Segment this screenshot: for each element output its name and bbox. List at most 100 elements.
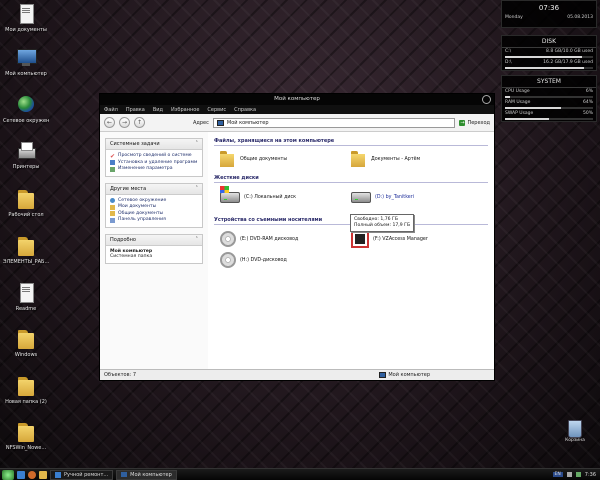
desktop-icon-readme[interactable]: Readme: [3, 282, 49, 312]
item-drive-d[interactable]: (D:) by_Tanitkeri: [351, 192, 482, 203]
collapse-icon[interactable]: ˆ: [196, 186, 199, 192]
arrow-right-icon: →: [459, 119, 466, 126]
task-add-remove-programs[interactable]: Установка и удаление программ: [110, 160, 198, 165]
back-button[interactable]: ←: [104, 117, 115, 128]
window-title: Мой компьютер: [274, 96, 320, 102]
vzaccess-icon: [351, 230, 369, 248]
desktop-icon-my-computer[interactable]: Мой компьютер: [3, 47, 49, 77]
task-change-setting[interactable]: Изменение параметра: [110, 166, 198, 172]
taskbar-task-my-computer[interactable]: Мой компьютер: [116, 469, 177, 480]
details-header[interactable]: Подробно ˆ: [106, 234, 202, 246]
go-label: Переход: [467, 119, 490, 126]
collapse-icon[interactable]: ˆ: [196, 237, 199, 243]
clock-gadget: 07:36 Monday 05.08.2013: [501, 0, 597, 28]
other-places-header[interactable]: Другие места ˆ: [106, 183, 202, 195]
place-control-panel[interactable]: Панель управления: [110, 217, 198, 223]
network-tray-icon[interactable]: [575, 472, 581, 477]
menu-file[interactable]: Файл: [104, 107, 118, 113]
folder-icon: [15, 235, 37, 257]
address-label: Адрес: [193, 119, 209, 126]
menu-tools[interactable]: Сервис: [207, 107, 226, 113]
hard-drive-icon: [351, 192, 371, 203]
task-view-system-info[interactable]: ✔ Просмотр сведений о системе: [110, 153, 198, 159]
item-user-documents[interactable]: Документы - Артём: [351, 151, 482, 167]
system-tasks-panel: Системные задачи ˆ ✔ Просмотр сведений о с…: [105, 138, 203, 177]
quicklaunch-explorer-icon[interactable]: [39, 470, 47, 479]
desktop-icon-label: ЭЛЕМЕНТЫ_РАБ...: [3, 259, 49, 265]
printer-icon: [15, 140, 37, 162]
desktop-icon-folder-2[interactable]: ЭЛЕМЕНТЫ_РАБ...: [3, 235, 49, 265]
ram-label: RAM Usage: [505, 100, 531, 105]
swap-bar: [505, 118, 593, 120]
desktop-icon-printers[interactable]: Принтеры: [3, 140, 49, 170]
item-drive-h[interactable]: (H:) DVD-дисковод: [220, 252, 351, 268]
go-button[interactable]: → Переход: [459, 119, 490, 126]
control-panel-icon: [110, 217, 115, 223]
control-panel-icon: [110, 166, 115, 172]
desktop-icon-my-documents[interactable]: Мои документы: [3, 3, 49, 33]
ram-value: 64%: [582, 100, 593, 105]
menu-help[interactable]: Справка: [234, 107, 256, 113]
folder-icon: [351, 151, 367, 167]
quicklaunch-browser-icon[interactable]: [28, 470, 36, 479]
other-places-panel: Другие места ˆ Сетевое окружение Мои доку…: [105, 182, 203, 228]
menu-edit[interactable]: Правка: [126, 107, 145, 113]
desktop-icon-label: Рабочий стол: [8, 212, 44, 218]
desktop-icon-label: Readme: [15, 306, 37, 312]
browser-icon: [55, 471, 61, 478]
status-count: Объектов: 7: [104, 372, 137, 378]
desktop-icon-folder-5[interactable]: NFSWin_Nowe...: [3, 421, 49, 451]
place-my-documents[interactable]: Мои документы: [110, 204, 198, 210]
collapse-icon[interactable]: ˆ: [196, 141, 199, 147]
computer-icon: [216, 119, 224, 126]
disk-title: DISK: [502, 36, 596, 48]
disk-d-bar: [505, 67, 593, 69]
start-button[interactable]: [2, 469, 14, 480]
documents-icon: [15, 3, 37, 25]
menu-view[interactable]: Вид: [153, 107, 163, 113]
ram-bar: [505, 107, 593, 109]
item-drive-c[interactable]: (C:) Локальный диск: [220, 186, 351, 203]
up-button[interactable]: ↑: [134, 117, 145, 128]
system-tasks-header[interactable]: Системные задачи ˆ: [106, 139, 202, 150]
system-title: SYSTEM: [502, 76, 596, 88]
dvd-drive-icon: [220, 231, 236, 247]
quicklaunch-desktop-icon[interactable]: [17, 470, 25, 479]
taskbar-clock[interactable]: 7:36: [585, 472, 596, 478]
disk-gadget: DISK C:\ 8.8 GB/10.0 GB used D:\ 16.2 GB/1…: [501, 35, 597, 71]
network-icon: [110, 198, 115, 203]
windows-logo-icon: [220, 186, 229, 193]
taskbar-task-browser[interactable]: Ручной ремонт...: [50, 469, 114, 480]
folder-icon: [110, 211, 115, 216]
desktop-icon-folder-1[interactable]: Рабочий стол: [3, 188, 49, 218]
forward-button[interactable]: →: [119, 117, 130, 128]
address-value: Мой компьютер: [226, 119, 269, 126]
place-shared-documents[interactable]: Общие документы: [110, 211, 198, 216]
folder-icon: [15, 328, 37, 350]
cpu-label: CPU Usage: [505, 89, 530, 94]
desktop-icon-recycle-bin[interactable]: Корзина: [561, 420, 589, 443]
desktop-icon-network[interactable]: Сетевое окружение: [3, 94, 49, 124]
language-indicator[interactable]: EN: [552, 472, 563, 477]
desktop-icon-folder-3[interactable]: Windows: [3, 328, 49, 358]
status-location: Мой компьютер: [388, 372, 430, 378]
hard-drive-icon: [220, 186, 240, 203]
clock-day: Monday: [505, 15, 523, 20]
place-network[interactable]: Сетевое окружение: [110, 198, 198, 203]
window-titlebar[interactable]: Мой компьютер: [100, 94, 494, 105]
computer-icon: [15, 47, 37, 69]
menu-favorites[interactable]: Избранное: [171, 107, 199, 113]
window-content: Системные задачи ˆ ✔ Просмотр сведений о с…: [100, 132, 494, 369]
volume-icon[interactable]: [566, 472, 572, 477]
explorer-window: Мой компьютер Файл Правка Вид Избранное …: [99, 93, 495, 381]
disk-d-value: 16.2 GB/17.9 GB used: [543, 60, 593, 65]
disk-c-value: 8.8 GB/10.0 GB used: [546, 49, 593, 54]
window-close-icon[interactable]: [482, 95, 491, 104]
address-bar[interactable]: Мой компьютер: [212, 117, 456, 128]
clock-time: 07:36: [538, 4, 560, 12]
item-shared-documents[interactable]: Общие документы: [220, 151, 351, 167]
computer-icon: [121, 472, 128, 477]
item-drive-e[interactable]: (E:) DVD-RAM дисковод: [220, 230, 351, 248]
item-drive-f[interactable]: (F:) VZAccess Manager: [351, 230, 482, 248]
desktop-icon-folder-4[interactable]: Новая папка (2): [3, 375, 49, 405]
